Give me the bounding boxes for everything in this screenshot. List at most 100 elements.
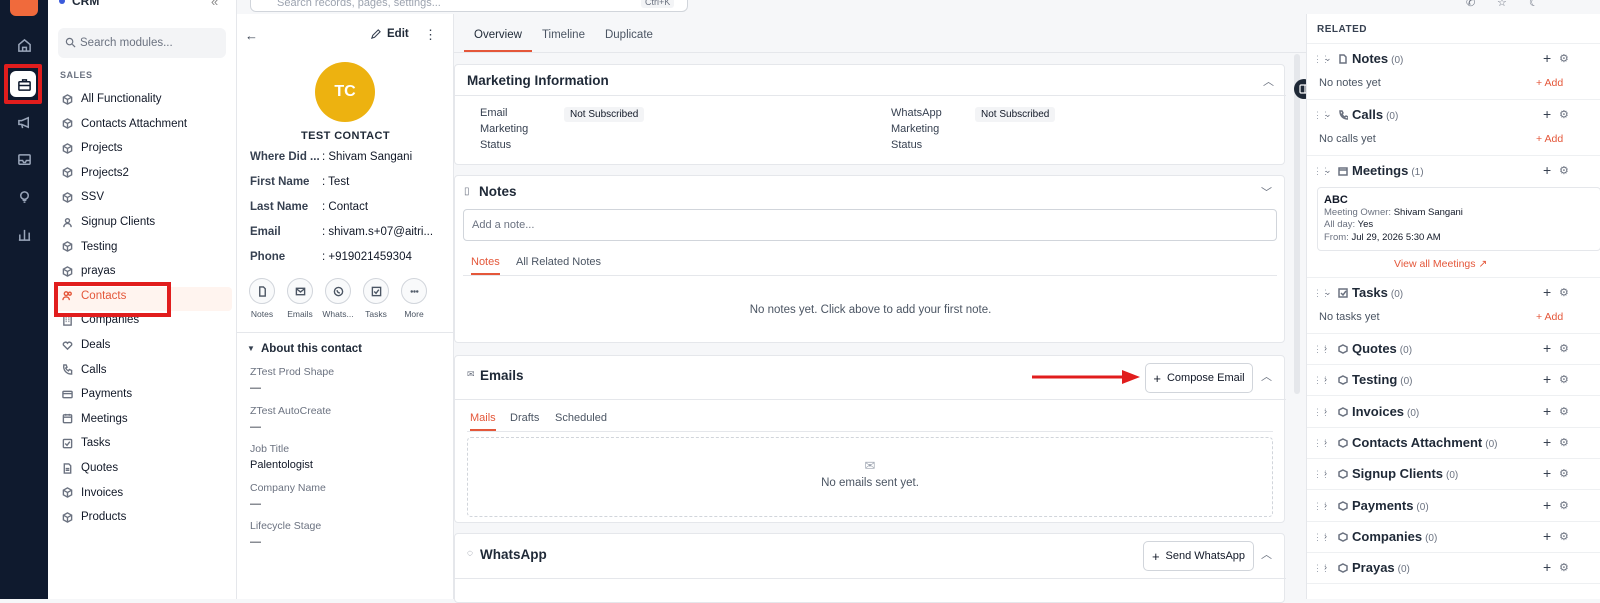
sidebar-item-contacts-attachment[interactable]: Contacts Attachment — [62, 113, 232, 135]
collapse-icon[interactable]: « — [211, 0, 218, 9]
add-task-icon[interactable]: + — [1543, 284, 1551, 300]
add-icon[interactable]: + — [1543, 465, 1551, 481]
calls-add-link[interactable]: + Add — [1536, 133, 1563, 145]
action-emails-button[interactable] — [287, 278, 313, 304]
sidebar-item-label: Signup Clients — [81, 216, 156, 228]
gear-icon[interactable]: ⚙ — [1559, 467, 1569, 480]
add-note-icon[interactable]: + — [1543, 50, 1551, 66]
action-whatsapp-button[interactable] — [325, 278, 351, 304]
chevron-up-icon[interactable]: ︿ — [1261, 546, 1272, 562]
inbox-icon[interactable] — [13, 148, 35, 170]
sidebar-item-calls[interactable]: Calls — [62, 359, 232, 381]
tab-all-related-notes[interactable]: All Related Notes — [516, 256, 601, 268]
sidebar-item-quotes[interactable]: Quotes — [62, 457, 232, 479]
related-invoices[interactable]: ⋮⋮ › Invoices (0) + ⚙ — [1307, 397, 1600, 428]
megaphone-icon[interactable] — [13, 111, 35, 133]
view-all-meetings-link[interactable]: View all Meetings ↗ — [1394, 258, 1487, 270]
tab-scheduled[interactable]: Scheduled — [555, 412, 607, 424]
sidebar-item-invoices[interactable]: Invoices — [62, 482, 232, 504]
chevron-down-icon[interactable]: ▼ — [247, 344, 255, 353]
related-payments[interactable]: ⋮⋮ › Payments (0) + ⚙ — [1307, 491, 1600, 522]
chevron-up-icon[interactable]: ︿ — [1261, 368, 1272, 384]
tab-timeline[interactable]: Timeline — [532, 18, 595, 52]
chevron-right-icon: › — [1324, 468, 1327, 479]
sidebar-item-meetings[interactable]: Meetings — [62, 408, 232, 430]
star-icon[interactable]: ☆ — [1497, 0, 1507, 9]
sidebar-item-products[interactable]: Products — [62, 506, 232, 528]
action-more-button[interactable] — [401, 278, 427, 304]
global-search-input[interactable]: Search records, pages, settings... Ctrl+… — [250, 0, 688, 12]
bar-chart-icon[interactable] — [13, 223, 35, 245]
gear-icon[interactable]: ⚙ — [1559, 108, 1569, 121]
action-notes-button[interactable] — [249, 278, 275, 304]
sidebar-item-label: Payments — [81, 388, 133, 401]
phone-icon[interactable]: ✆ — [1466, 0, 1475, 9]
add-icon[interactable]: + — [1543, 497, 1551, 513]
gear-icon[interactable]: ⚙ — [1559, 405, 1569, 418]
tasks-add-link[interactable]: + Add — [1536, 311, 1563, 323]
external-link-icon: ↗ — [1478, 258, 1488, 270]
sidebar-item-payments[interactable]: Payments — [62, 383, 232, 405]
gear-icon[interactable]: ⚙ — [1559, 342, 1569, 355]
sidebar-item-testing[interactable]: Testing — [62, 236, 232, 258]
gear-icon[interactable]: ⚙ — [1559, 164, 1569, 177]
tab-duplicate[interactable]: Duplicate — [595, 18, 663, 52]
gear-icon[interactable]: ⚙ — [1559, 530, 1569, 543]
edit-button[interactable]: Edit — [370, 28, 409, 40]
gear-icon[interactable]: ⚙ — [1559, 561, 1569, 574]
add-icon[interactable]: + — [1543, 403, 1551, 419]
add-icon[interactable]: + — [1543, 371, 1551, 387]
related-contacts-attachment[interactable]: ⋮⋮ › Contacts Attachment (0) + ⚙ — [1307, 428, 1600, 459]
compose-email-button[interactable]: + Compose Email — [1145, 363, 1253, 393]
related-tasks: ⋮⋮ ⌄ Tasks (0) + ⚙ No tasks yet + Add — [1307, 278, 1600, 334]
meeting-name: ABC — [1324, 194, 1348, 206]
scrollbar[interactable] — [1294, 54, 1300, 394]
tab-mails[interactable]: Mails — [470, 412, 496, 431]
home-icon[interactable] — [13, 34, 35, 56]
sidebar-item-all-functionality[interactable]: All Functionality — [62, 88, 232, 110]
add-icon[interactable]: + — [1543, 559, 1551, 575]
app-logo[interactable] — [10, 0, 38, 16]
sidebar-item-prayas[interactable]: prayas — [62, 260, 232, 282]
sidebar-item-ssv[interactable]: SSV — [62, 186, 232, 208]
tab-drafts[interactable]: Drafts — [510, 412, 539, 424]
related-testing[interactable]: ⋮⋮ › Testing (0) + ⚙ — [1307, 365, 1600, 397]
tab-overview[interactable]: Overview — [464, 18, 532, 52]
back-arrow-icon[interactable]: ← — [245, 28, 258, 43]
chevron-up-icon[interactable]: ︿ — [1263, 73, 1274, 89]
sidebar-item-projects[interactable]: Projects — [62, 137, 232, 159]
related-prayas[interactable]: ⋮⋮ › Prayas (0) + ⚙ — [1307, 553, 1600, 585]
add-meeting-icon[interactable]: + — [1543, 162, 1551, 178]
sidebar-item-deals[interactable]: Deals — [62, 334, 232, 356]
about-field-label: ZTest AutoCreate — [250, 404, 332, 417]
notes-add-link[interactable]: + Add — [1536, 77, 1563, 89]
add-icon[interactable]: + — [1543, 528, 1551, 544]
sidebar-item-tasks[interactable]: Tasks — [62, 432, 232, 454]
add-call-icon[interactable]: + — [1543, 106, 1551, 122]
related-signup-clients[interactable]: ⋮⋮ › Signup Clients (0) + ⚙ — [1307, 459, 1600, 491]
gear-icon[interactable]: ⚙ — [1559, 286, 1569, 299]
meeting-card[interactable]: ABC Meeting Owner: Shivam Sangani All da… — [1317, 187, 1600, 251]
gear-icon[interactable]: ⚙ — [1559, 52, 1569, 65]
related-quotes[interactable]: ⋮⋮ › Quotes (0) + ⚙ — [1307, 334, 1600, 365]
send-whatsapp-button[interactable]: + Send WhatsApp — [1143, 541, 1254, 571]
add-icon[interactable]: + — [1543, 340, 1551, 356]
gear-icon[interactable]: ⚙ — [1559, 499, 1569, 512]
action-label: Whats... — [322, 309, 354, 319]
sidebar-item-signup-clients[interactable]: Signup Clients — [62, 211, 232, 233]
mail-icon: ✉ — [467, 369, 475, 379]
chevron-down-icon[interactable]: ﹀ — [1261, 184, 1272, 200]
gear-icon[interactable]: ⚙ — [1559, 436, 1569, 449]
tab-notes[interactable]: Notes — [471, 256, 500, 275]
moon-icon[interactable]: ☾ — [1529, 0, 1539, 9]
module-search-input[interactable]: Search modules... — [58, 28, 226, 58]
gear-icon[interactable]: ⚙ — [1559, 373, 1569, 386]
add-icon[interactable]: + — [1543, 434, 1551, 450]
add-note-input[interactable]: Add a note... — [463, 209, 1277, 241]
more-vertical-icon[interactable]: ⋮ — [424, 27, 437, 43]
related-companies[interactable]: ⋮⋮ › Companies (0) + ⚙ — [1307, 522, 1600, 553]
sidebar-item-projects2[interactable]: Projects2 — [62, 162, 232, 184]
bulb-icon[interactable] — [13, 185, 35, 207]
action-tasks-button[interactable] — [363, 278, 389, 304]
sidebar-item-label: Testing — [81, 240, 118, 253]
